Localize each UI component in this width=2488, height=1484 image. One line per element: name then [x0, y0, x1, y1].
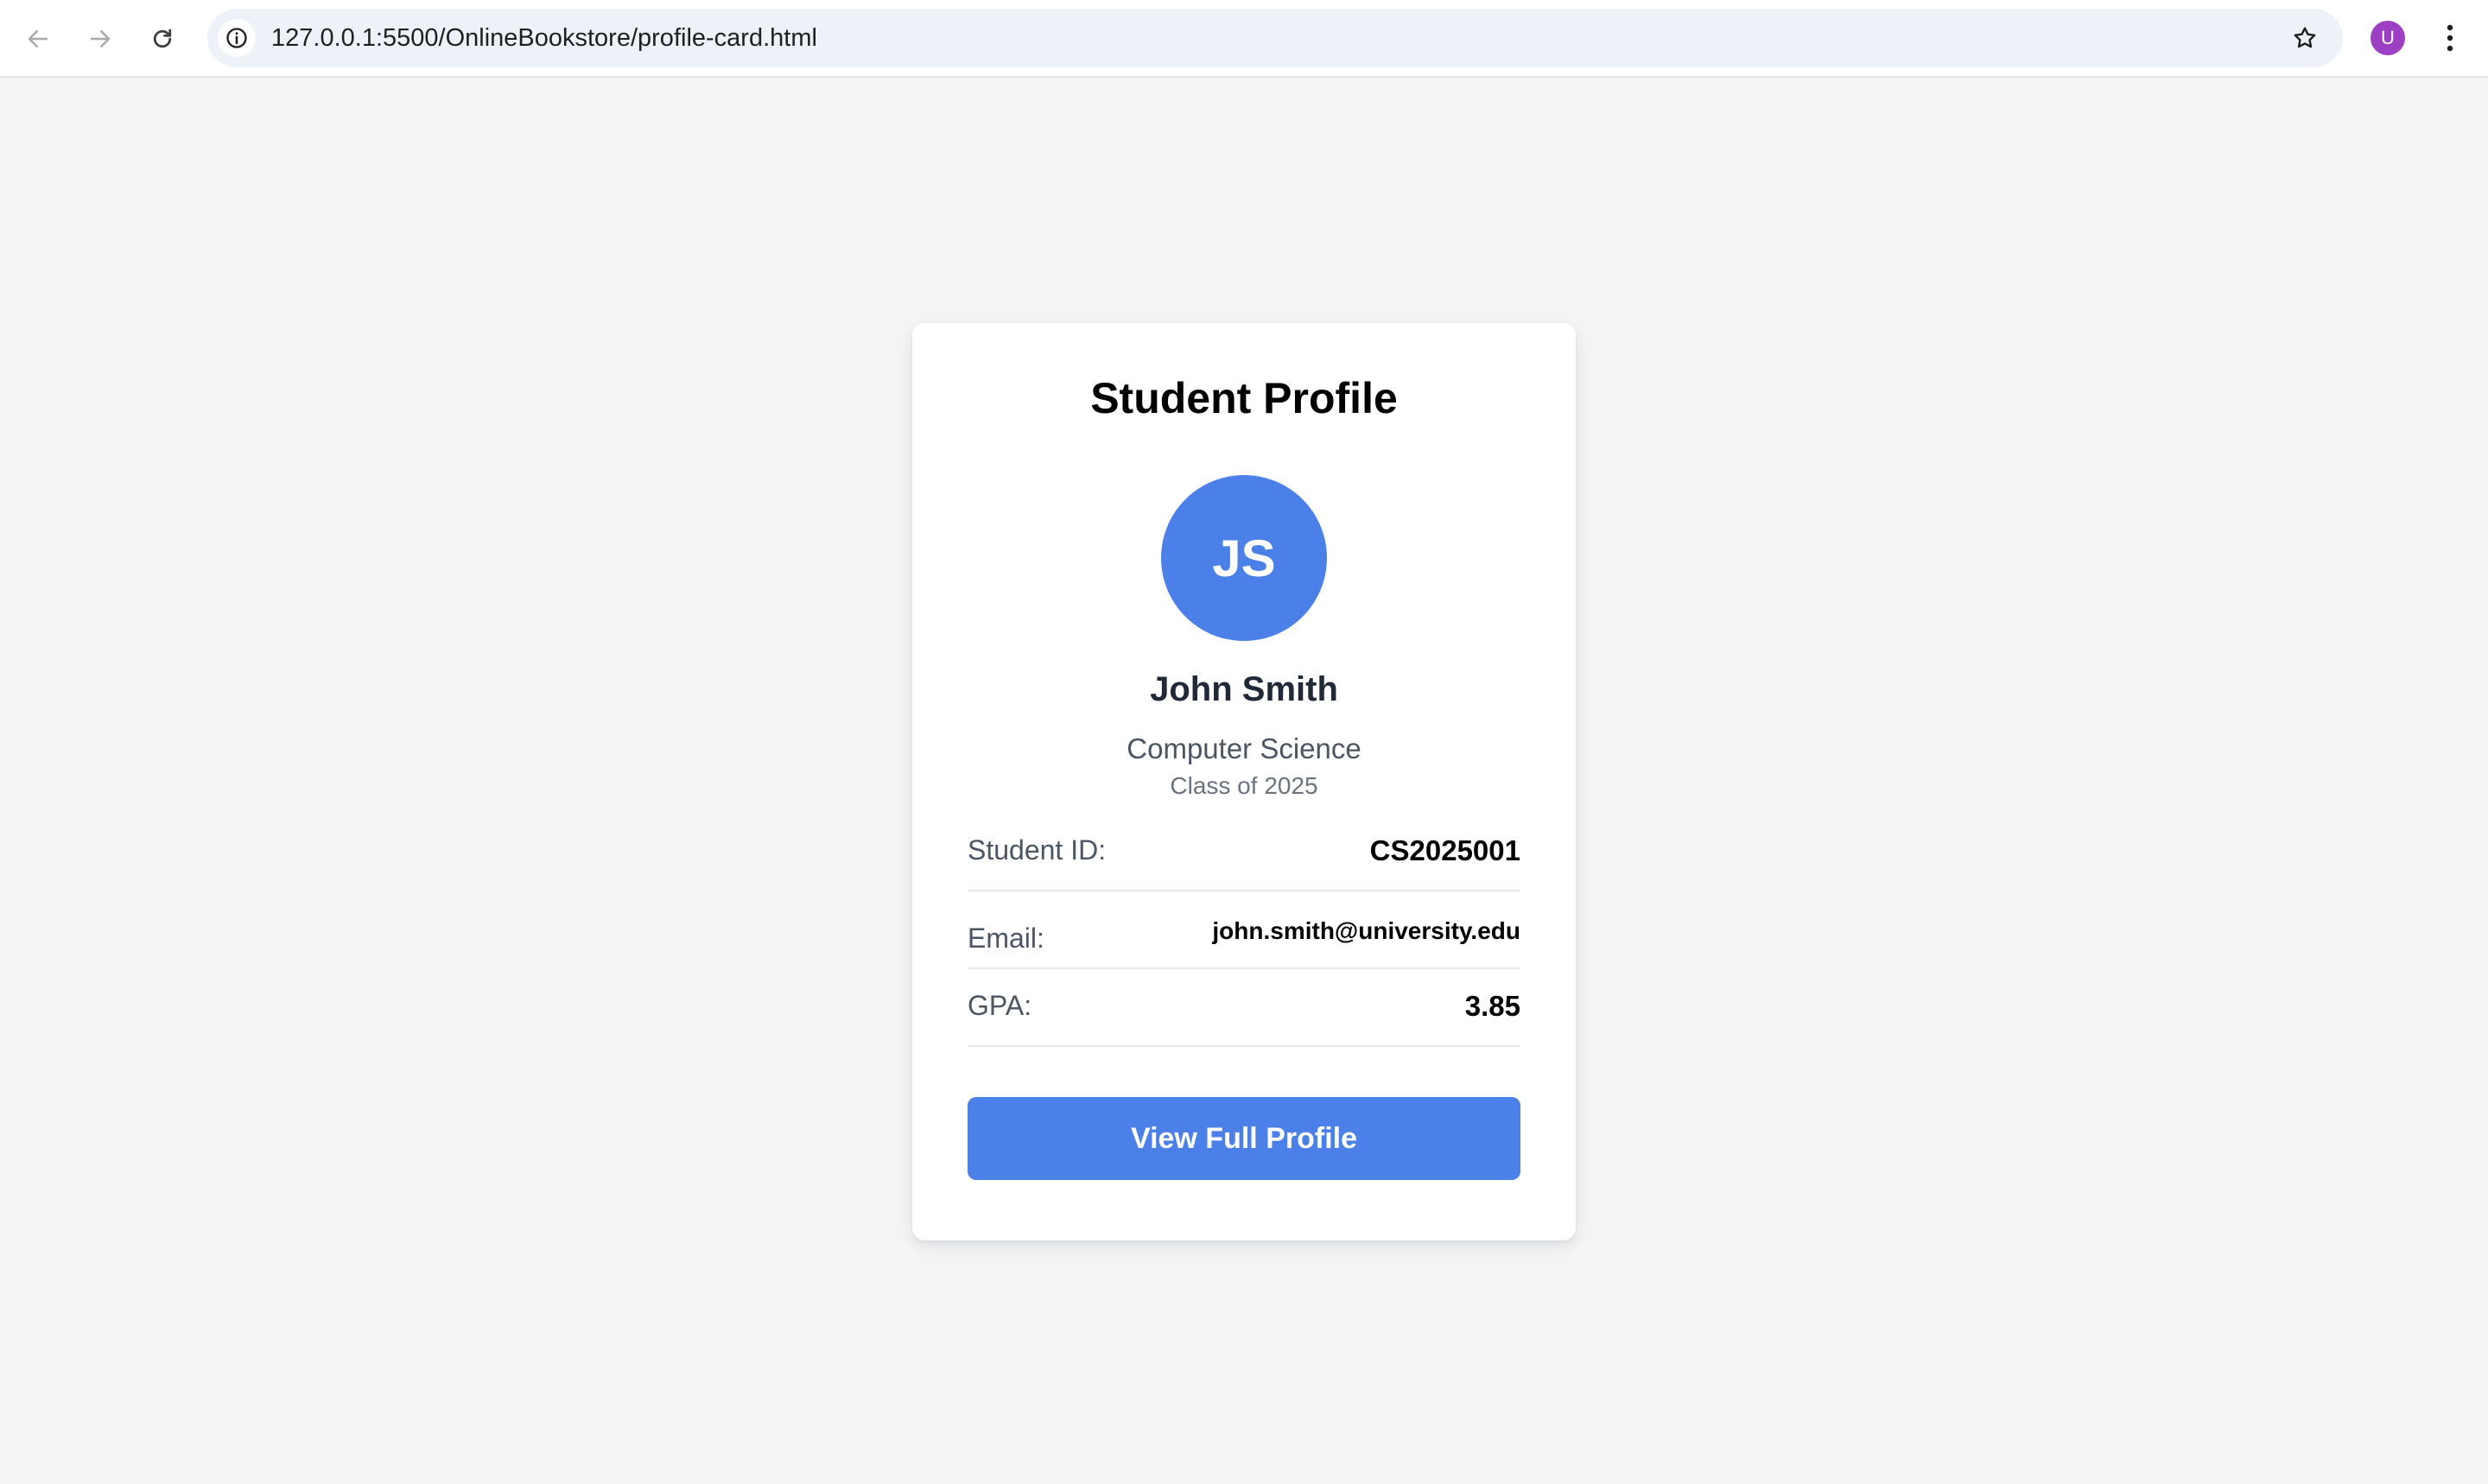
site-info-button[interactable] [218, 19, 256, 57]
arrow-left-icon [28, 30, 48, 48]
back-button[interactable] [16, 16, 60, 61]
student-id-value: CS2025001 [1369, 834, 1520, 866]
student-name: John Smith [1150, 670, 1338, 708]
student-id-label: Student ID: [968, 834, 1107, 866]
student-id-row: Student ID: CS2025001 [968, 814, 1520, 891]
page-viewport: Student Profile JS John Smith Computer S… [0, 78, 2488, 1484]
email-label: Email: [968, 923, 1044, 954]
info-icon [226, 28, 247, 48]
gpa-value: 3.85 [1464, 990, 1520, 1022]
gpa-label: GPA: [968, 990, 1032, 1021]
forward-button[interactable] [78, 16, 123, 61]
card-title: Student Profile [1090, 374, 1398, 422]
arrow-right-icon [90, 30, 111, 48]
profile-card: Student Profile JS John Smith Computer S… [912, 323, 1576, 1240]
student-major: Computer Science [1127, 732, 1361, 764]
reload-icon [153, 29, 172, 48]
profile-avatar-button[interactable]: U [2371, 21, 2405, 55]
gpa-row: GPA: 3.85 [968, 969, 1520, 1047]
student-avatar: JS [1161, 475, 1327, 641]
browser-toolbar: 127.0.0.1:5500/OnlineBookstore/profile-c… [0, 0, 2488, 78]
view-full-profile-button[interactable]: View Full Profile [968, 1097, 1520, 1180]
bookmark-button[interactable] [2286, 19, 2324, 57]
reload-button[interactable] [140, 16, 185, 61]
kebab-menu-icon [2447, 24, 2453, 52]
student-class-year: Class of 2025 [1170, 772, 1318, 799]
star-icon [2294, 27, 2316, 48]
email-row: Email: john.smith@university.edu [968, 891, 1520, 969]
address-bar[interactable]: 127.0.0.1:5500/OnlineBookstore/profile-c… [207, 9, 2343, 67]
email-value: john.smith@university.edu [1212, 917, 1520, 944]
url-text[interactable]: 127.0.0.1:5500/OnlineBookstore/profile-c… [271, 9, 817, 67]
browser-menu-button[interactable] [2433, 17, 2467, 59]
